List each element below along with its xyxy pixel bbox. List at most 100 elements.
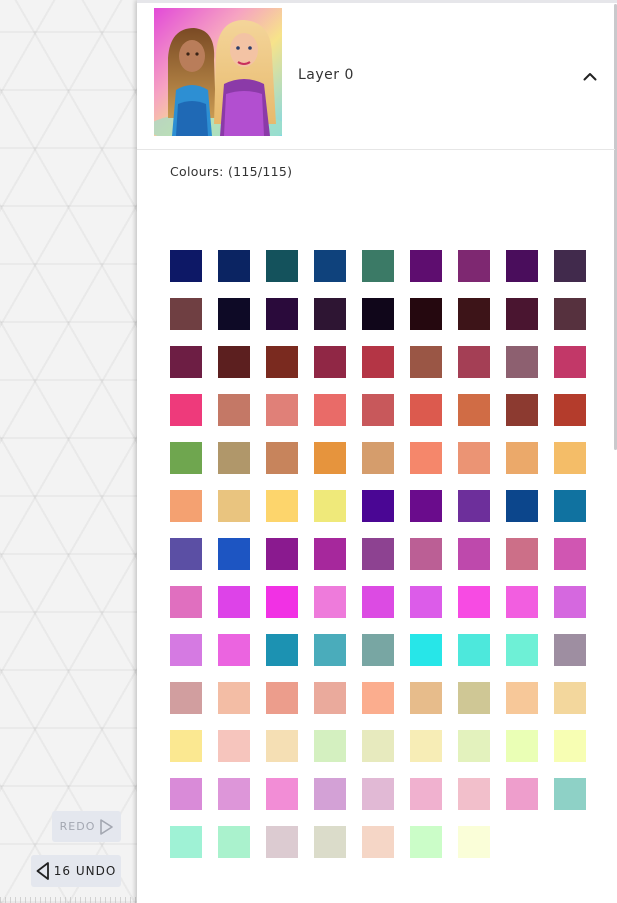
colour-swatch[interactable] [170,442,202,474]
colour-swatch[interactable] [314,682,346,714]
colour-swatch[interactable] [410,682,442,714]
colour-swatch[interactable] [362,730,394,762]
colour-swatch[interactable] [410,730,442,762]
colour-swatch[interactable] [362,826,394,858]
colour-swatch[interactable] [266,394,298,426]
colour-swatch[interactable] [314,250,346,282]
colour-swatch[interactable] [218,394,250,426]
colour-swatch[interactable] [362,634,394,666]
colour-swatch[interactable] [458,682,490,714]
colour-swatch[interactable] [458,730,490,762]
colour-swatch[interactable] [554,538,586,570]
colour-swatch[interactable] [266,490,298,522]
colour-swatch[interactable] [506,394,538,426]
colour-swatch[interactable] [554,730,586,762]
colour-swatch[interactable] [410,490,442,522]
colour-swatch[interactable] [314,442,346,474]
colour-swatch[interactable] [458,346,490,378]
colour-swatch[interactable] [362,778,394,810]
colour-swatch[interactable] [314,826,346,858]
colour-swatch[interactable] [218,826,250,858]
colour-swatch[interactable] [170,346,202,378]
colour-swatch[interactable] [362,298,394,330]
colour-swatch[interactable] [314,634,346,666]
colour-swatch[interactable] [458,586,490,618]
collapse-button[interactable] [580,65,600,85]
colour-swatch[interactable] [362,250,394,282]
colour-swatch[interactable] [506,730,538,762]
colour-swatch[interactable] [170,250,202,282]
colour-swatch[interactable] [218,634,250,666]
colour-swatch[interactable] [554,490,586,522]
colour-swatch[interactable] [362,538,394,570]
colour-swatch[interactable] [410,250,442,282]
colour-swatch[interactable] [506,490,538,522]
colour-swatch[interactable] [554,586,586,618]
colour-swatch[interactable] [506,298,538,330]
colour-swatch[interactable] [170,682,202,714]
colour-swatch[interactable] [362,346,394,378]
colour-swatch[interactable] [410,586,442,618]
colour-swatch[interactable] [170,778,202,810]
colour-swatch[interactable] [458,826,490,858]
colour-swatch[interactable] [506,250,538,282]
colour-swatch[interactable] [362,442,394,474]
colour-swatch[interactable] [410,826,442,858]
colour-swatch[interactable] [554,346,586,378]
colour-swatch[interactable] [170,826,202,858]
colour-swatch[interactable] [266,682,298,714]
colour-swatch[interactable] [554,634,586,666]
colour-swatch[interactable] [170,634,202,666]
colour-swatch[interactable] [266,346,298,378]
colour-swatch[interactable] [458,778,490,810]
colour-swatch[interactable] [410,538,442,570]
colour-swatch[interactable] [266,778,298,810]
colour-swatch[interactable] [362,490,394,522]
colour-swatch[interactable] [554,298,586,330]
colour-swatch[interactable] [314,394,346,426]
colour-swatch[interactable] [410,394,442,426]
colour-swatch[interactable] [554,682,586,714]
colour-swatch[interactable] [362,394,394,426]
colour-swatch[interactable] [218,490,250,522]
colour-swatch[interactable] [458,538,490,570]
colour-swatch[interactable] [314,346,346,378]
colour-swatch[interactable] [362,586,394,618]
layer-header[interactable]: Layer 0 [137,3,615,150]
colour-swatch[interactable] [170,298,202,330]
colour-swatch[interactable] [170,394,202,426]
colour-swatch[interactable] [506,682,538,714]
colour-swatch[interactable] [458,490,490,522]
colour-swatch[interactable] [458,634,490,666]
colour-swatch[interactable] [266,730,298,762]
colour-swatch[interactable] [554,778,586,810]
colour-swatch[interactable] [314,298,346,330]
colour-swatch[interactable] [554,442,586,474]
colour-swatch[interactable] [506,538,538,570]
undo-button[interactable]: 16 UNDO [31,855,121,887]
colour-swatch[interactable] [266,586,298,618]
colour-swatch[interactable] [218,538,250,570]
colour-swatch[interactable] [506,778,538,810]
colour-swatch[interactable] [266,250,298,282]
colour-swatch[interactable] [506,586,538,618]
colour-swatch[interactable] [218,730,250,762]
colour-swatch[interactable] [458,298,490,330]
colour-swatch[interactable] [506,346,538,378]
colour-swatch[interactable] [506,442,538,474]
colour-swatch[interactable] [170,538,202,570]
colour-swatch[interactable] [410,778,442,810]
colour-swatch[interactable] [266,826,298,858]
colour-swatch[interactable] [170,490,202,522]
colour-swatch[interactable] [506,634,538,666]
colour-swatch[interactable] [410,442,442,474]
colour-swatch[interactable] [458,250,490,282]
colour-swatch[interactable] [218,298,250,330]
colour-swatch[interactable] [170,586,202,618]
redo-button[interactable]: REDO [52,811,121,842]
colour-swatch[interactable] [218,586,250,618]
colour-swatch[interactable] [458,442,490,474]
colour-swatch[interactable] [218,346,250,378]
colour-swatch[interactable] [314,586,346,618]
colour-swatch[interactable] [314,730,346,762]
